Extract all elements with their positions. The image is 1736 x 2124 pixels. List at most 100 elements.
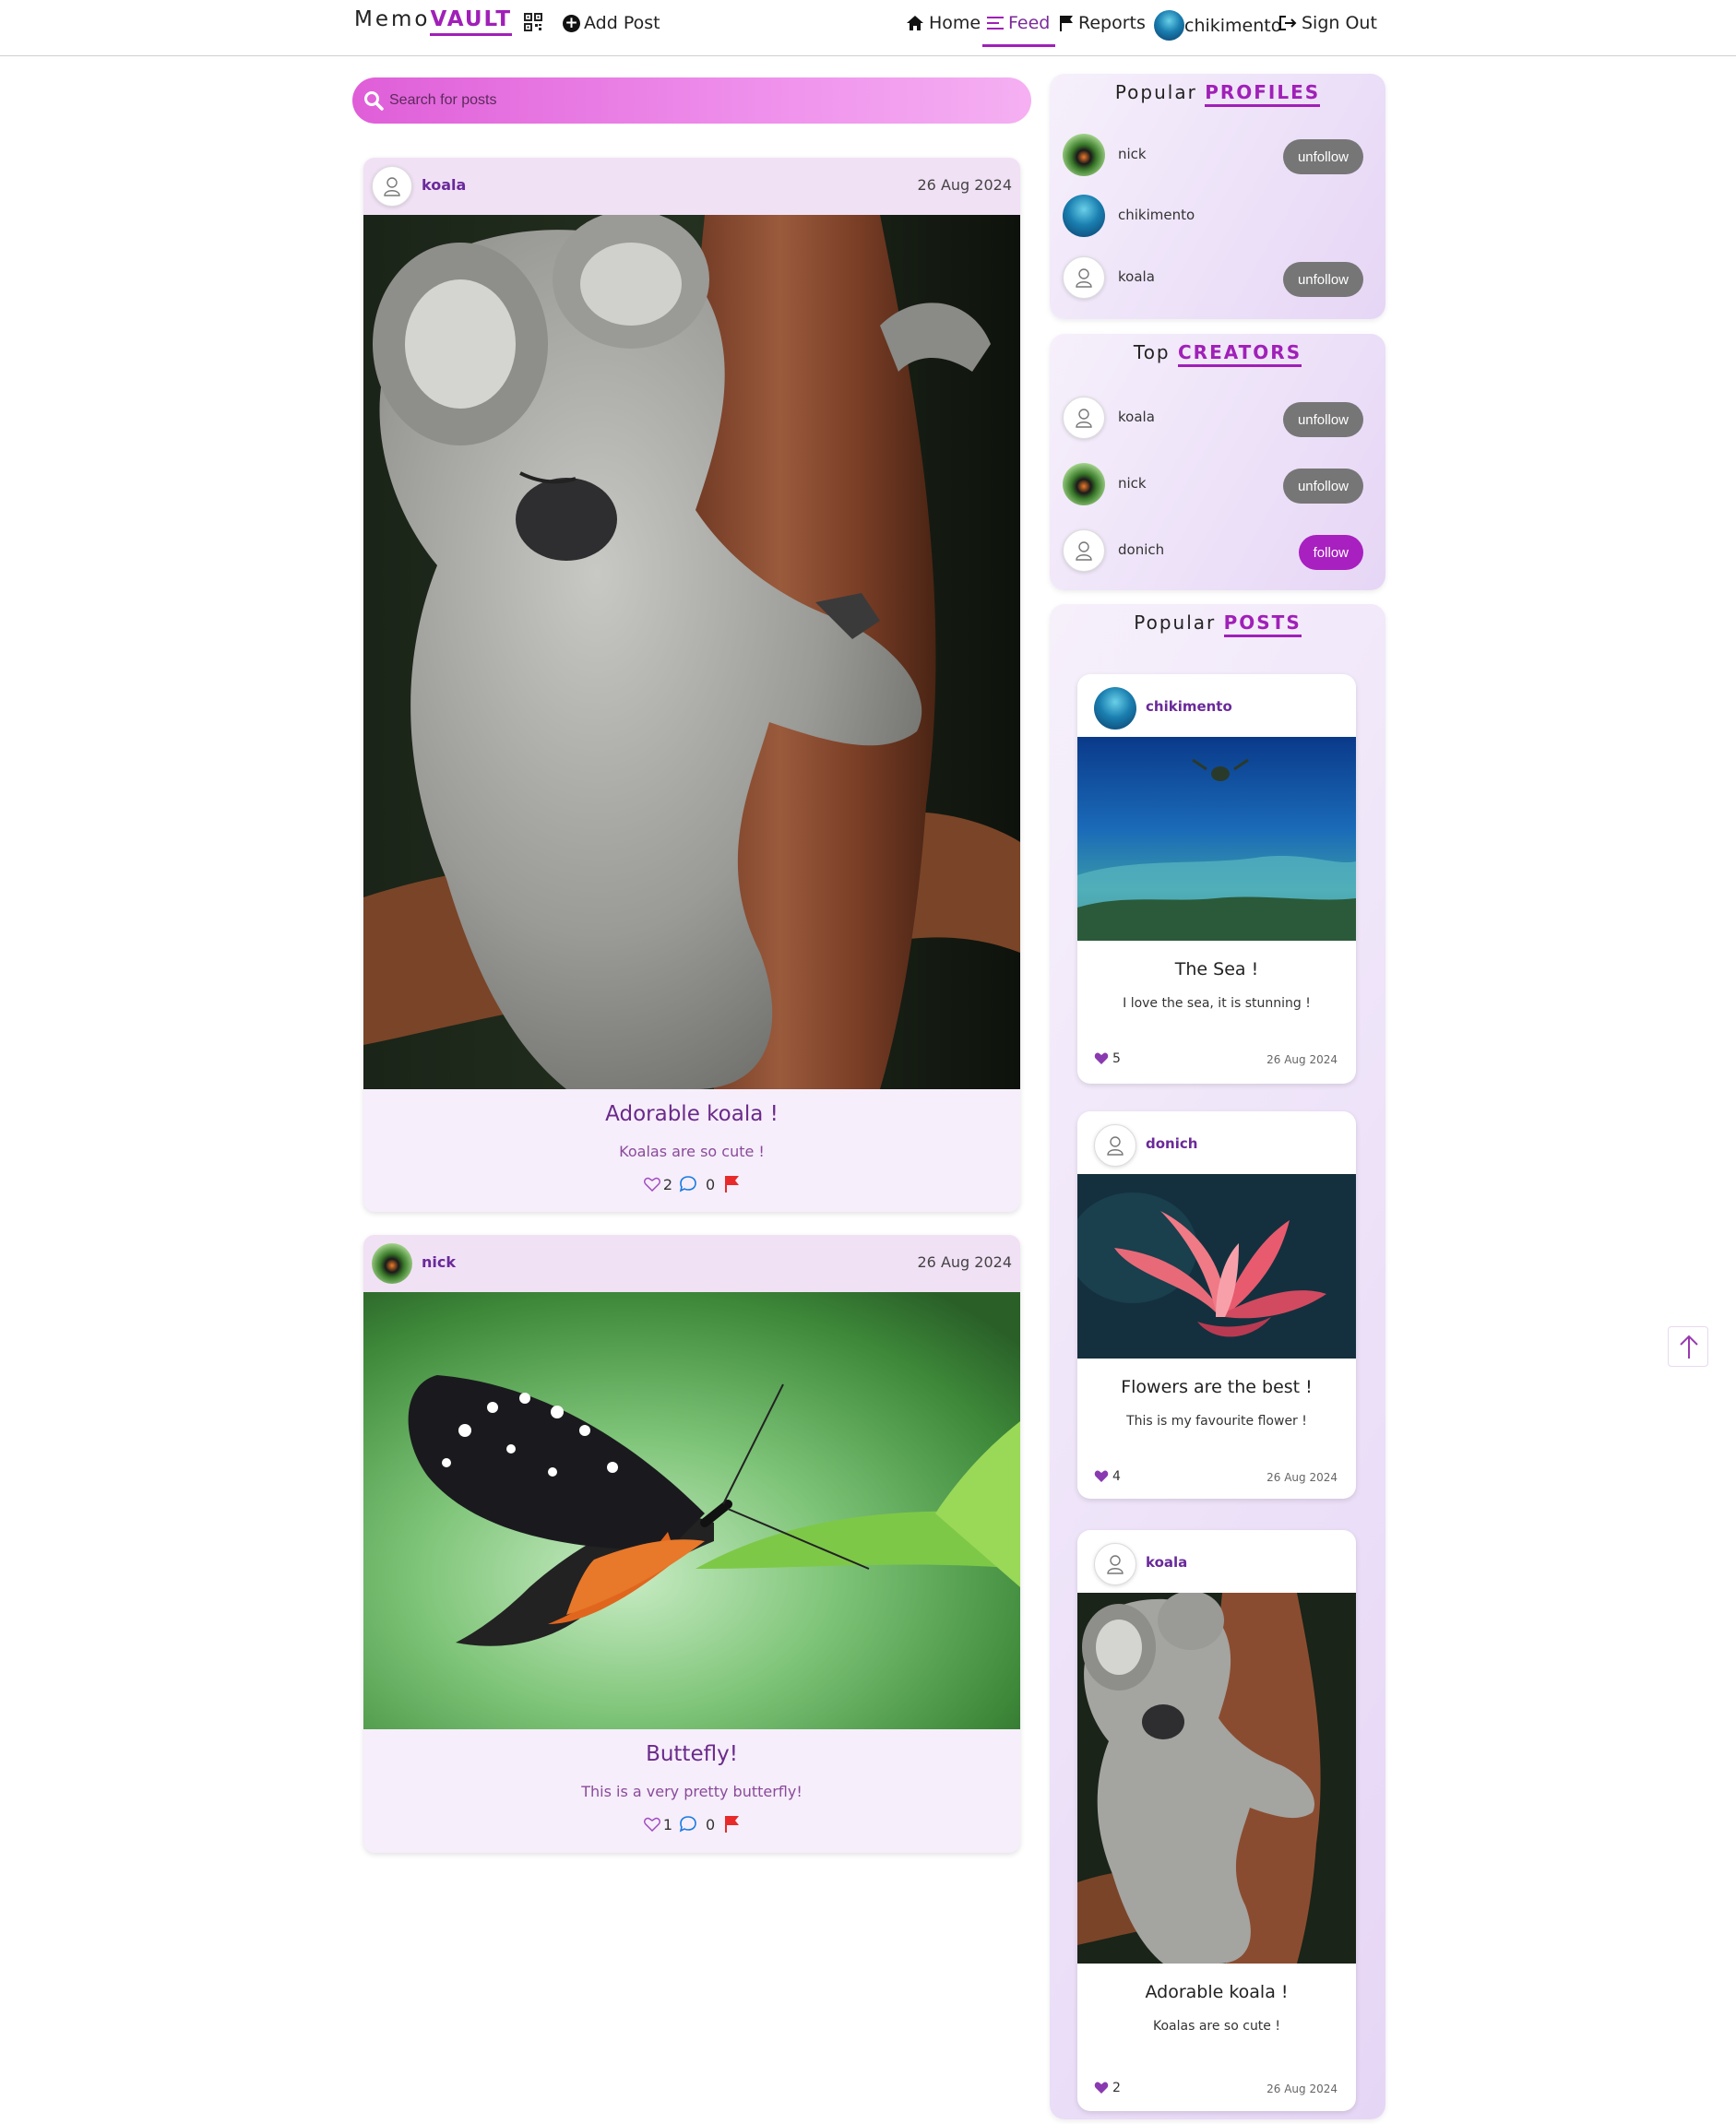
unfollow-button[interactable]: unfollow	[1282, 402, 1363, 437]
top-creators-title: Top CREATORS	[1050, 341, 1385, 367]
post-date: 26 Aug 2024	[917, 176, 1013, 194]
user-placeholder-icon	[1076, 409, 1092, 428]
post-date: 26 Aug 2024	[917, 1253, 1013, 1271]
creator-avatar[interactable]	[1063, 529, 1105, 572]
popular-post-header: koala	[1077, 1530, 1356, 1593]
sign-out-icon	[1279, 16, 1297, 30]
nav-sign-out[interactable]: Sign Out	[1278, 13, 1377, 33]
post-header: nick 26 Aug 2024	[363, 1235, 1020, 1292]
nav-home[interactable]: Home	[906, 13, 981, 33]
popular-post-header: donich	[1077, 1111, 1356, 1174]
nav-profile[interactable]: chikimento	[1154, 10, 1281, 41]
user-placeholder-icon	[1107, 1555, 1124, 1574]
report-flag-icon[interactable]	[723, 1175, 740, 1193]
popular-post-likes: 4	[1094, 1469, 1121, 1484]
qr-code-icon[interactable]	[524, 13, 542, 31]
author-avatar[interactable]	[1094, 1543, 1136, 1585]
user-placeholder-icon	[1107, 1136, 1124, 1156]
sea-photo[interactable]	[1077, 737, 1356, 941]
popular-post-likes: 2	[1094, 2081, 1121, 2095]
popular-post-date: 26 Aug 2024	[1266, 2082, 1338, 2095]
popular-post-date: 26 Aug 2024	[1266, 1471, 1338, 1484]
nav-reports[interactable]: Reports	[1059, 13, 1146, 33]
koala-photo[interactable]	[1077, 1593, 1356, 1964]
koala-photo[interactable]	[363, 210, 1020, 1090]
scroll-to-top-button[interactable]	[1668, 1326, 1708, 1367]
app-logo[interactable]: MemoVAULT	[354, 7, 513, 36]
heart-icon[interactable]	[1094, 1470, 1109, 1483]
profile-avatar[interactable]	[1063, 134, 1105, 176]
add-post-label: Add Post	[584, 13, 660, 33]
home-icon	[907, 16, 923, 30]
author-avatar[interactable]	[372, 166, 412, 207]
profile-name[interactable]: koala	[1118, 268, 1155, 285]
report-flag-icon[interactable]	[723, 1815, 740, 1833]
unfollow-button[interactable]: unfollow	[1282, 139, 1363, 174]
title-accent: POSTS	[1223, 611, 1302, 637]
search-icon[interactable]	[363, 90, 384, 111]
profile-row: nick unfollow	[1063, 132, 1373, 176]
profile-name[interactable]: nick	[1118, 146, 1147, 162]
comment-count: 0	[706, 1815, 716, 1833]
unfollow-button[interactable]: unfollow	[1282, 262, 1363, 297]
popular-post-description: This is my favourite flower !	[1126, 1414, 1307, 1429]
nav-feed-label: Feed	[1008, 13, 1051, 33]
heart-icon[interactable]	[643, 1817, 660, 1832]
butterfly-photo[interactable]	[363, 1292, 1020, 1729]
unfollow-button[interactable]: unfollow	[1282, 469, 1363, 504]
creator-name[interactable]: nick	[1118, 475, 1147, 492]
flower-photo[interactable]	[1077, 1174, 1356, 1359]
author-avatar[interactable]	[1094, 687, 1136, 730]
comment-icon[interactable]	[679, 1176, 697, 1193]
profile-avatar[interactable]	[1063, 195, 1105, 237]
post-title: Adorable koala !	[605, 1102, 779, 1126]
search-input[interactable]	[389, 77, 1017, 124]
post-author[interactable]: chikimento	[1146, 698, 1232, 715]
follow-button[interactable]: follow	[1298, 535, 1363, 570]
author-avatar[interactable]	[372, 1243, 412, 1284]
nav-feed[interactable]: Feed	[987, 13, 1050, 33]
heart-icon[interactable]	[1094, 1052, 1109, 1065]
post-author[interactable]: donich	[1146, 1135, 1197, 1152]
post-author[interactable]: koala	[1146, 1554, 1187, 1571]
active-tab-indicator	[982, 44, 1055, 47]
popular-post-card[interactable]: donich Flowers are the best ! This is my…	[1077, 1111, 1356, 1499]
post-author[interactable]: koala	[422, 176, 466, 194]
heart-icon[interactable]	[1094, 2082, 1109, 2094]
like-count: 5	[1112, 1051, 1121, 1066]
post-author[interactable]: nick	[422, 1253, 456, 1271]
like-count: 2	[662, 1175, 672, 1193]
profile-avatar[interactable]	[1063, 256, 1105, 299]
popular-post-title: Adorable koala !	[1145, 1982, 1289, 2002]
creator-avatar[interactable]	[1063, 397, 1105, 439]
comment-count: 0	[706, 1175, 716, 1193]
profile-row: chikimento	[1063, 193, 1373, 237]
plus-circle-icon: +	[563, 14, 580, 32]
logo-prefix: Memo	[354, 7, 431, 31]
list-icon	[987, 17, 1004, 30]
creator-name[interactable]: koala	[1118, 409, 1155, 425]
profile-name[interactable]: chikimento	[1118, 207, 1195, 223]
user-placeholder-icon	[384, 177, 400, 196]
heart-icon[interactable]	[643, 1177, 660, 1192]
creator-row: donich follow	[1063, 528, 1373, 572]
post-description: This is a very pretty butterfly!	[581, 1783, 803, 1800]
creator-name[interactable]: donich	[1118, 541, 1164, 558]
popular-post-header: chikimento	[1077, 674, 1356, 737]
nav-reports-label: Reports	[1078, 13, 1146, 33]
post-description: Koalas are so cute !	[619, 1143, 765, 1160]
popular-post-card[interactable]: chikimento The Sea ! I love the sea, it …	[1077, 674, 1356, 1084]
like-count: 1	[662, 1815, 672, 1833]
comment-icon[interactable]	[679, 1816, 697, 1833]
like-count: 2	[1112, 2081, 1121, 2095]
popular-profiles-panel: Popular PROFILES nick unfollow chikiment…	[1050, 74, 1385, 319]
top-creators-panel: Top CREATORS koala unfollow nick unfollo…	[1050, 334, 1385, 590]
popular-post-title: The Sea !	[1174, 959, 1259, 979]
creator-avatar[interactable]	[1063, 463, 1105, 505]
popular-profiles-title: Popular PROFILES	[1050, 81, 1385, 107]
user-placeholder-icon	[1076, 268, 1092, 288]
add-post-button[interactable]: + Add Post	[563, 13, 660, 33]
title-prefix: Popular	[1114, 81, 1197, 103]
popular-post-card[interactable]: koala Adorable koala ! Koalas are so cut…	[1077, 1530, 1356, 2111]
author-avatar[interactable]	[1094, 1124, 1136, 1167]
